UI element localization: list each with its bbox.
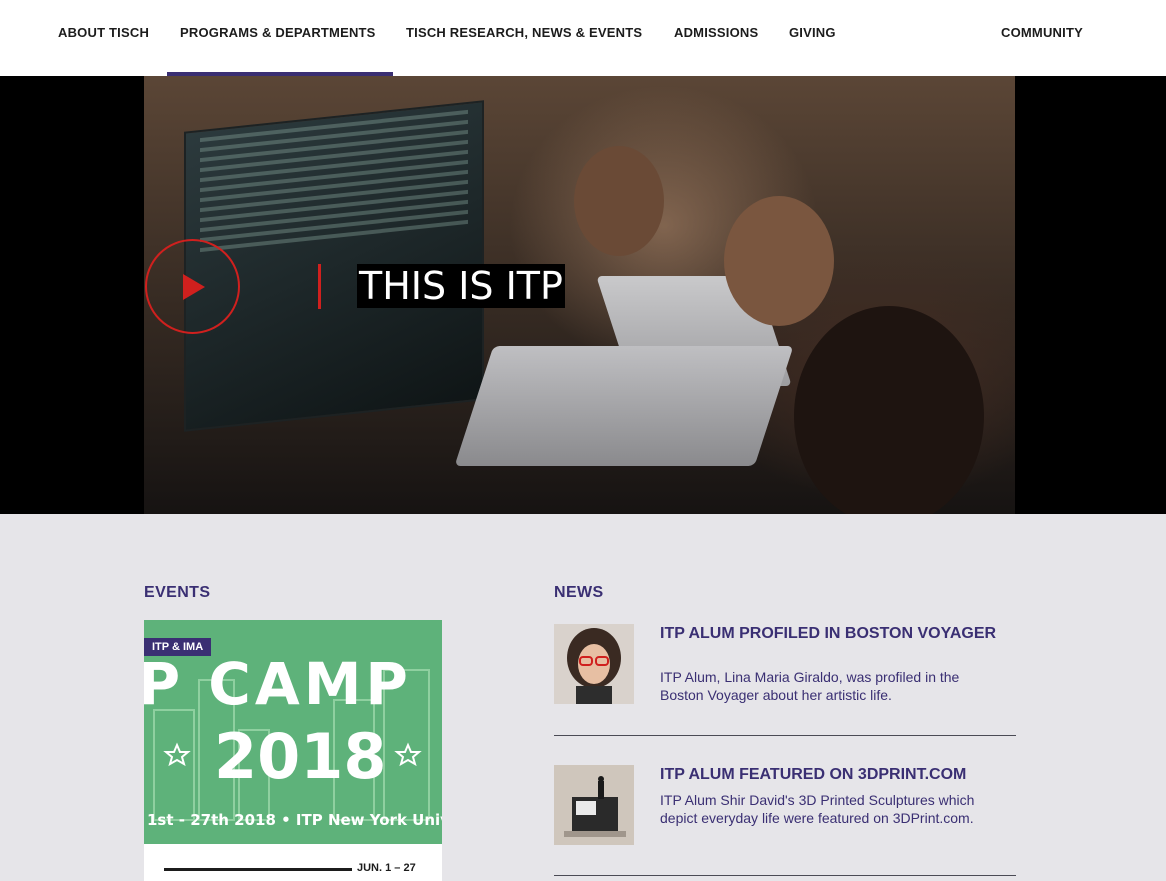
event-poster-line1: TP CAMP	[144, 650, 412, 718]
event-card[interactable]: TP CAMP 2018 1st - 27th 2018 • ITP New Y…	[144, 620, 442, 881]
play-button[interactable]	[145, 239, 240, 334]
hero-video[interactable]	[144, 76, 1015, 514]
hero-divider	[318, 264, 321, 309]
news-title[interactable]: ITP ALUM PROFILED IN BOSTON VOYAGER	[660, 624, 1016, 643]
news-description: ITP Alum, Lina Maria Giraldo, was profil…	[660, 669, 960, 703]
news-divider	[554, 875, 1016, 876]
events-heading: EVENTS	[144, 584, 211, 601]
news-title[interactable]: ITP ALUM FEATURED ON 3DPRINT.COM	[660, 765, 1016, 784]
event-poster-image: TP CAMP 2018 1st - 27th 2018 • ITP New Y…	[144, 620, 442, 844]
event-date: JUN. 1 – 27	[357, 862, 416, 874]
event-poster-line3: 1st - 27th 2018 • ITP New York Univ	[147, 811, 442, 829]
event-date-bar	[164, 868, 352, 871]
nav-item-giving[interactable]: GIVING	[789, 25, 836, 40]
portrait-image	[554, 624, 634, 704]
news-thumbnail[interactable]	[554, 765, 634, 845]
news-item[interactable]: ITP ALUM FEATURED ON 3DPRINT.COM ITP Alu…	[554, 765, 1016, 855]
hero-person-graphic	[574, 146, 664, 256]
nav-active-indicator	[167, 72, 393, 76]
event-poster-line2: 2018	[214, 720, 387, 793]
nav-item-admissions[interactable]: ADMISSIONS	[674, 25, 758, 40]
sculpture-image	[554, 765, 634, 845]
top-nav: ABOUT TISCH PROGRAMS & DEPARTMENTS TISCH…	[0, 0, 1166, 76]
play-icon	[183, 274, 205, 300]
news-thumbnail[interactable]	[554, 624, 634, 704]
hero-laptop-graphic	[454, 346, 794, 466]
nav-item-about-tisch[interactable]: ABOUT TISCH	[58, 25, 149, 40]
news-description: ITP Alum Shir David's 3D Printed Sculptu…	[660, 792, 975, 826]
news-heading: NEWS	[554, 584, 604, 601]
hero-person-graphic	[794, 306, 984, 514]
news-item[interactable]: ITP ALUM PROFILED IN BOSTON VOYAGER ITP …	[554, 624, 1016, 714]
nav-item-community[interactable]: COMMUNITY	[1001, 25, 1083, 40]
hero-person-graphic	[724, 196, 834, 326]
nav-item-programs-departments[interactable]: PROGRAMS & DEPARTMENTS	[180, 25, 376, 40]
hero-title: THIS IS ITP	[357, 264, 565, 308]
news-divider	[554, 735, 1016, 736]
nav-item-research-news-events[interactable]: TISCH RESEARCH, NEWS & EVENTS	[406, 25, 642, 40]
hero-banner: THIS IS ITP	[0, 76, 1166, 514]
event-tag: ITP & IMA	[144, 638, 212, 656]
